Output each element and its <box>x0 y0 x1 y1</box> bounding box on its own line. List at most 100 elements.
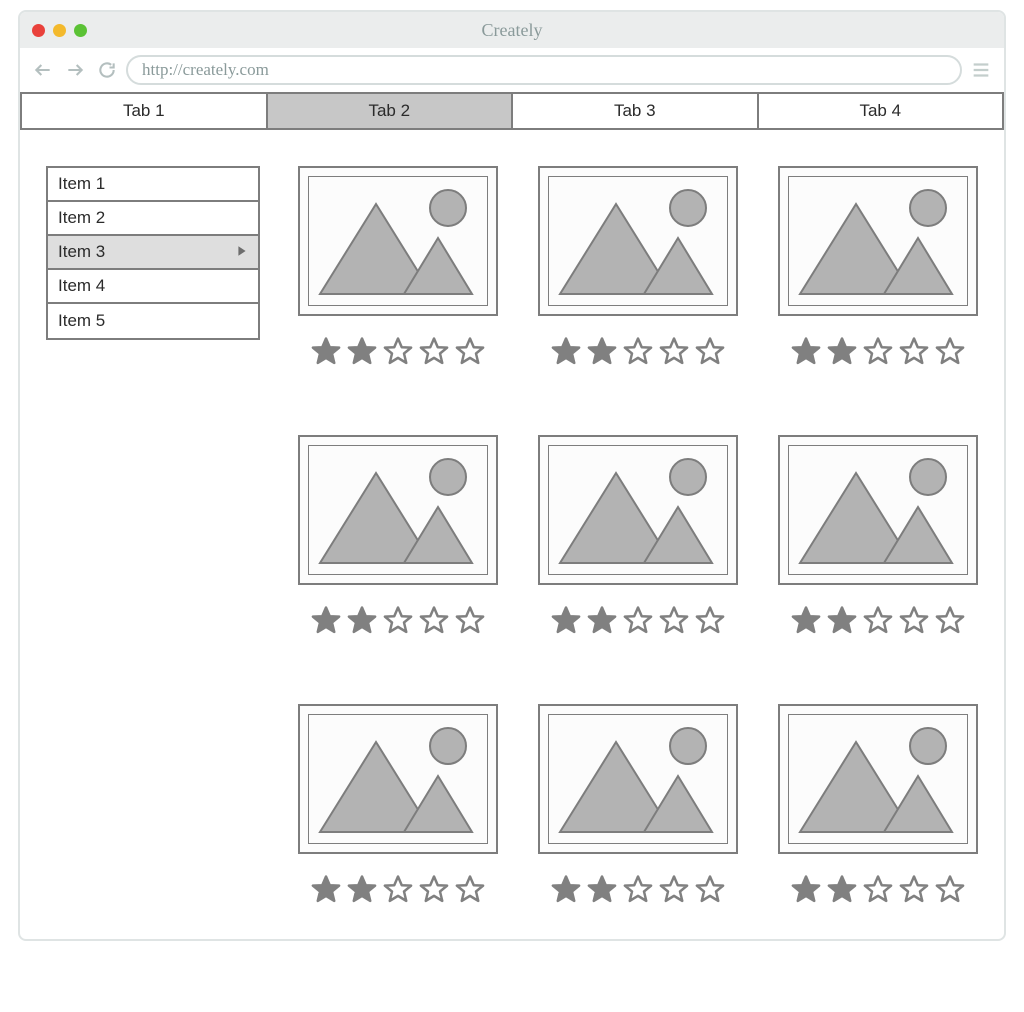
star-empty-icon[interactable] <box>623 874 653 909</box>
back-button[interactable] <box>30 57 56 83</box>
sidebar: Item 1 Item 2 Item 3 Item 4 Item 5 <box>46 166 260 340</box>
image-placeholder[interactable] <box>298 166 498 316</box>
chevron-right-icon <box>65 60 85 80</box>
star-filled-icon[interactable] <box>827 336 857 371</box>
star-filled-icon[interactable] <box>827 605 857 640</box>
browser-window: Creately http://creately.com Tab 1 Tab 2 <box>18 10 1006 941</box>
hamburger-menu-button[interactable] <box>968 57 994 83</box>
image-placeholder[interactable] <box>538 435 738 585</box>
star-filled-icon[interactable] <box>791 605 821 640</box>
tab-4[interactable]: Tab 4 <box>759 94 1003 128</box>
star-empty-icon[interactable] <box>935 336 965 371</box>
star-empty-icon[interactable] <box>935 605 965 640</box>
star-filled-icon[interactable] <box>347 605 377 640</box>
star-empty-icon[interactable] <box>455 874 485 909</box>
star-filled-icon[interactable] <box>311 874 341 909</box>
card <box>778 435 978 640</box>
sidebar-item-2[interactable]: Item 2 <box>48 202 258 236</box>
card-row <box>298 166 978 371</box>
star-empty-icon[interactable] <box>623 605 653 640</box>
tab-2[interactable]: Tab 2 <box>268 94 514 128</box>
star-filled-icon[interactable] <box>827 874 857 909</box>
window-titlebar: Creately <box>20 12 1004 48</box>
tab-1[interactable]: Tab 1 <box>22 94 268 128</box>
star-empty-icon[interactable] <box>659 605 689 640</box>
star-empty-icon[interactable] <box>863 336 893 371</box>
star-filled-icon[interactable] <box>551 874 581 909</box>
sidebar-item-3[interactable]: Item 3 <box>48 236 258 270</box>
star-empty-icon[interactable] <box>695 336 725 371</box>
star-empty-icon[interactable] <box>695 874 725 909</box>
card <box>538 166 738 371</box>
sidebar-item-5[interactable]: Item 5 <box>48 304 258 338</box>
sidebar-item-label: Item 3 <box>58 242 105 262</box>
maximize-icon[interactable] <box>74 24 87 37</box>
star-empty-icon[interactable] <box>419 336 449 371</box>
card <box>778 704 978 909</box>
star-filled-icon[interactable] <box>791 336 821 371</box>
image-placeholder[interactable] <box>778 704 978 854</box>
star-rating[interactable] <box>791 336 965 371</box>
star-filled-icon[interactable] <box>311 336 341 371</box>
image-placeholder[interactable] <box>778 166 978 316</box>
sidebar-item-label: Item 4 <box>58 276 105 296</box>
card <box>298 704 498 909</box>
image-placeholder[interactable] <box>298 435 498 585</box>
star-empty-icon[interactable] <box>623 336 653 371</box>
star-rating[interactable] <box>551 336 725 371</box>
star-filled-icon[interactable] <box>311 605 341 640</box>
star-filled-icon[interactable] <box>551 336 581 371</box>
star-filled-icon[interactable] <box>347 874 377 909</box>
card <box>298 166 498 371</box>
tabs: Tab 1 Tab 2 Tab 3 Tab 4 <box>20 92 1004 130</box>
star-empty-icon[interactable] <box>383 874 413 909</box>
tab-3[interactable]: Tab 3 <box>513 94 759 128</box>
star-empty-icon[interactable] <box>863 874 893 909</box>
star-empty-icon[interactable] <box>659 874 689 909</box>
star-empty-icon[interactable] <box>383 336 413 371</box>
close-icon[interactable] <box>32 24 45 37</box>
star-rating[interactable] <box>311 605 485 640</box>
hamburger-icon <box>970 59 992 81</box>
sidebar-item-1[interactable]: Item 1 <box>48 168 258 202</box>
forward-button[interactable] <box>62 57 88 83</box>
star-rating[interactable] <box>311 336 485 371</box>
star-filled-icon[interactable] <box>791 874 821 909</box>
sidebar-item-label: Item 5 <box>58 311 105 331</box>
star-empty-icon[interactable] <box>899 605 929 640</box>
star-empty-icon[interactable] <box>455 336 485 371</box>
refresh-icon <box>97 60 117 80</box>
image-placeholder[interactable] <box>778 435 978 585</box>
image-placeholder[interactable] <box>538 704 738 854</box>
star-filled-icon[interactable] <box>347 336 377 371</box>
star-rating[interactable] <box>311 874 485 909</box>
sidebar-item-4[interactable]: Item 4 <box>48 270 258 304</box>
star-empty-icon[interactable] <box>695 605 725 640</box>
minimize-icon[interactable] <box>53 24 66 37</box>
star-rating[interactable] <box>551 874 725 909</box>
star-empty-icon[interactable] <box>419 605 449 640</box>
star-filled-icon[interactable] <box>587 336 617 371</box>
star-filled-icon[interactable] <box>587 605 617 640</box>
star-empty-icon[interactable] <box>863 605 893 640</box>
image-placeholder[interactable] <box>538 166 738 316</box>
star-filled-icon[interactable] <box>587 874 617 909</box>
star-empty-icon[interactable] <box>383 605 413 640</box>
image-placeholder[interactable] <box>298 704 498 854</box>
star-empty-icon[interactable] <box>899 874 929 909</box>
star-empty-icon[interactable] <box>419 874 449 909</box>
star-rating[interactable] <box>551 605 725 640</box>
url-input[interactable]: http://creately.com <box>126 55 962 85</box>
card <box>298 435 498 640</box>
card-row <box>298 704 978 909</box>
sidebar-item-label: Item 2 <box>58 208 105 228</box>
star-empty-icon[interactable] <box>935 874 965 909</box>
star-empty-icon[interactable] <box>899 336 929 371</box>
star-rating[interactable] <box>791 605 965 640</box>
star-empty-icon[interactable] <box>659 336 689 371</box>
star-filled-icon[interactable] <box>551 605 581 640</box>
card <box>538 435 738 640</box>
star-rating[interactable] <box>791 874 965 909</box>
refresh-button[interactable] <box>94 57 120 83</box>
star-empty-icon[interactable] <box>455 605 485 640</box>
